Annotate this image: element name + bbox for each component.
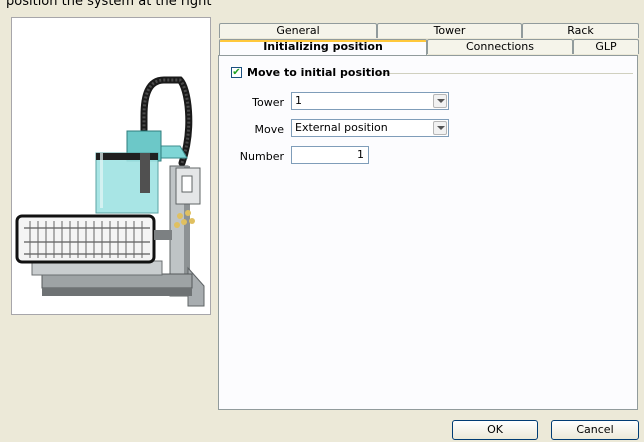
group-divider xyxy=(375,73,633,74)
move-label: Move xyxy=(254,123,285,136)
tab-rack[interactable]: Rack xyxy=(522,23,639,38)
tower-label: Tower xyxy=(252,96,284,109)
move-initial-label: Move to initial position xyxy=(247,66,391,79)
move-select[interactable]: External position xyxy=(291,119,449,137)
tab-initializing-position[interactable]: Initializing position xyxy=(219,39,427,55)
window-header: position the system at the right xyxy=(0,0,644,14)
tab-tower[interactable]: Tower xyxy=(377,23,522,38)
number-label: Number xyxy=(239,150,284,163)
instrument-preview xyxy=(11,17,211,315)
tower-select[interactable]: 1 xyxy=(291,92,449,110)
chevron-down-icon[interactable] xyxy=(433,94,447,108)
ok-button[interactable]: OK xyxy=(452,420,538,440)
tab-glp[interactable]: GLP xyxy=(573,39,639,54)
move-initial-checkbox[interactable]: ✔ xyxy=(231,67,242,78)
tab-panel: ✔ Move to initial position Tower 1 Move … xyxy=(218,55,638,410)
number-field[interactable]: 1 xyxy=(291,146,369,164)
tab-general[interactable]: General xyxy=(219,23,377,38)
move-value: External position xyxy=(295,121,388,134)
cancel-button[interactable]: Cancel xyxy=(551,420,639,440)
tower-value: 1 xyxy=(295,94,302,107)
chevron-down-icon[interactable] xyxy=(433,121,447,135)
checkmark-icon: ✔ xyxy=(232,67,241,78)
window-title-partial: position the system at the right xyxy=(6,0,212,9)
tab-connections[interactable]: Connections xyxy=(427,39,573,54)
sample-processor-illustration xyxy=(15,76,205,307)
